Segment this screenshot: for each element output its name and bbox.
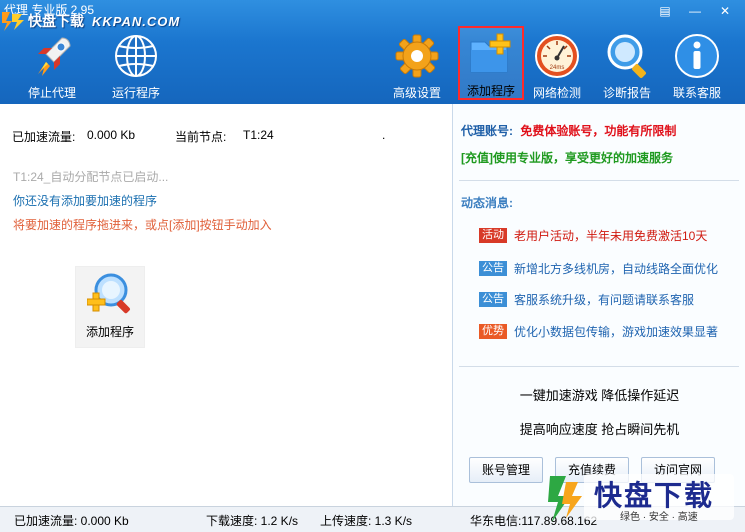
tool-label: 运行程序 — [111, 86, 160, 100]
news-tag: 优势 — [479, 323, 507, 339]
globe-icon — [115, 35, 157, 77]
upgrade-text: 使用专业版，享受更好的加速服务 — [493, 151, 674, 165]
run-program-button[interactable]: 运行程序 — [102, 30, 170, 102]
svg-text:24ms: 24ms — [550, 65, 565, 71]
toolbar: 代理 专业版 2.95 快盘下载 KKPAN.COM ▤ — ✕ 停止代理 运行… — [0, 0, 745, 104]
menu-button[interactable]: ▤ — [656, 3, 674, 19]
minimize-button[interactable]: — — [686, 3, 704, 19]
contact-service-button[interactable]: 联系客服 — [663, 30, 731, 102]
kkpan-logo-icon — [2, 12, 24, 31]
recharge-link[interactable]: [充值] — [461, 151, 493, 165]
brand-cn-text: 快盘下载 — [28, 13, 84, 29]
tool-label: 停止代理 — [27, 86, 76, 100]
divider — [459, 180, 739, 181]
add-program-tile-label: 添加程序 — [85, 325, 134, 339]
tool-label: 网络检测 — [532, 86, 581, 100]
app-window: 代理 专业版 2.95 快盘下载 KKPAN.COM ▤ — ✕ 停止代理 运行… — [0, 0, 745, 532]
speedometer-icon: 24ms — [535, 34, 579, 78]
add-program-toolbar-button[interactable]: 添加程序 — [458, 26, 524, 100]
traffic-info-line: 已加速流量: 0.000 Kb 当前节点: T1:24 . — [12, 128, 442, 144]
news-tag: 活动 — [479, 227, 507, 243]
stop-proxy-button[interactable]: 停止代理 — [18, 30, 86, 102]
news-item[interactable]: 优势 优化小数据包传输，游戏加速效果显著 — [479, 322, 718, 340]
program-drop-area[interactable]: 已加速流量: 0.000 Kb 当前节点: T1:24 . T1:24_自动分配… — [0, 104, 450, 506]
divider — [459, 366, 739, 367]
news-item[interactable]: 公告 新增北方多线机房，自动线路全面优化 — [479, 259, 718, 277]
tool-label: 添加程序 — [466, 84, 515, 98]
magnifier-icon — [607, 34, 646, 78]
news-text: 老用户活动，半年未用免费激活10天 — [514, 228, 708, 243]
node-status-dot: . — [382, 128, 386, 142]
news-text: 优化小数据包传输，游戏加速效果显著 — [514, 324, 719, 339]
account-label: 代理账号: — [461, 124, 513, 138]
account-manage-button[interactable]: 账号管理 — [469, 457, 543, 483]
no-program-message: 你还没有添加要加速的程序 — [13, 194, 158, 208]
watermark: 快盘下载 绿色 · 安全 · 高速 — [544, 468, 744, 528]
news-text: 客服系统升级，有问题请联系客服 — [514, 292, 695, 307]
promo-line-2: 提高响应速度 抢占瞬间先机 — [519, 422, 680, 437]
tool-label: 诊断报告 — [602, 86, 651, 100]
close-button[interactable]: ✕ — [716, 3, 734, 19]
brand-en-text: KKPAN.COM — [92, 13, 181, 29]
gear-icon — [395, 34, 439, 78]
drag-hint-message: 将要加速的程序拖进来，或点[添加]按钮手动加入 — [13, 218, 272, 232]
news-tag: 公告 — [479, 291, 507, 307]
info-icon — [675, 34, 719, 78]
news-title: 动态消息: — [461, 196, 513, 210]
news-item[interactable]: 活动 老用户活动，半年未用免费激活10天 — [479, 226, 707, 244]
accel-traffic-label: 已加速流量: — [12, 130, 76, 144]
info-panel: 代理账号: 免费体验账号，功能有所限制 [充值]使用专业版，享受更好的加速服务 … — [452, 104, 745, 506]
add-program-tile[interactable]: 添加程序 — [75, 266, 145, 348]
news-text: 新增北方多线机房，自动线路全面优化 — [514, 261, 719, 276]
status-accel-traffic: 已加速流量: 0.000 Kb — [14, 514, 129, 528]
news-tag: 公告 — [479, 260, 507, 276]
folder-plus-icon — [470, 33, 511, 73]
diagnose-button[interactable]: 诊断报告 — [593, 30, 661, 102]
accel-traffic-value: 0.000 Kb — [87, 128, 136, 142]
tool-label: 联系客服 — [672, 86, 721, 100]
tool-label: 高级设置 — [392, 86, 441, 100]
current-node-label: 当前节点: — [175, 130, 227, 144]
watermark-subtext: 绿色 · 安全 · 高速 — [620, 512, 698, 523]
account-value: 免费体验账号，功能有所限制 — [520, 124, 677, 138]
promo-line-1: 一键加速游戏 降低操作延迟 — [519, 388, 680, 403]
status-download-speed: 下载速度: 1.2 K/s — [206, 514, 299, 528]
magnifier-plus-icon — [87, 273, 130, 314]
brand-logo: 快盘下载 KKPAN.COM — [0, 10, 180, 32]
rocket-icon — [38, 37, 71, 76]
status-upload-speed: 上传速度: 1.3 K/s — [320, 514, 413, 528]
advanced-settings-button[interactable]: 高级设置 — [383, 30, 451, 102]
upgrade-line: [充值]使用专业版，享受更好的加速服务 — [461, 149, 673, 166]
account-line: 代理账号: 免费体验账号，功能有所限制 — [461, 122, 676, 139]
current-node-value: T1:24 — [243, 128, 274, 142]
news-item[interactable]: 公告 客服系统升级，有问题请联系客服 — [479, 290, 694, 308]
network-test-button[interactable]: 24ms 网络检测 — [523, 30, 591, 102]
auto-node-message: T1:24_自动分配节点已启动... — [13, 170, 169, 184]
